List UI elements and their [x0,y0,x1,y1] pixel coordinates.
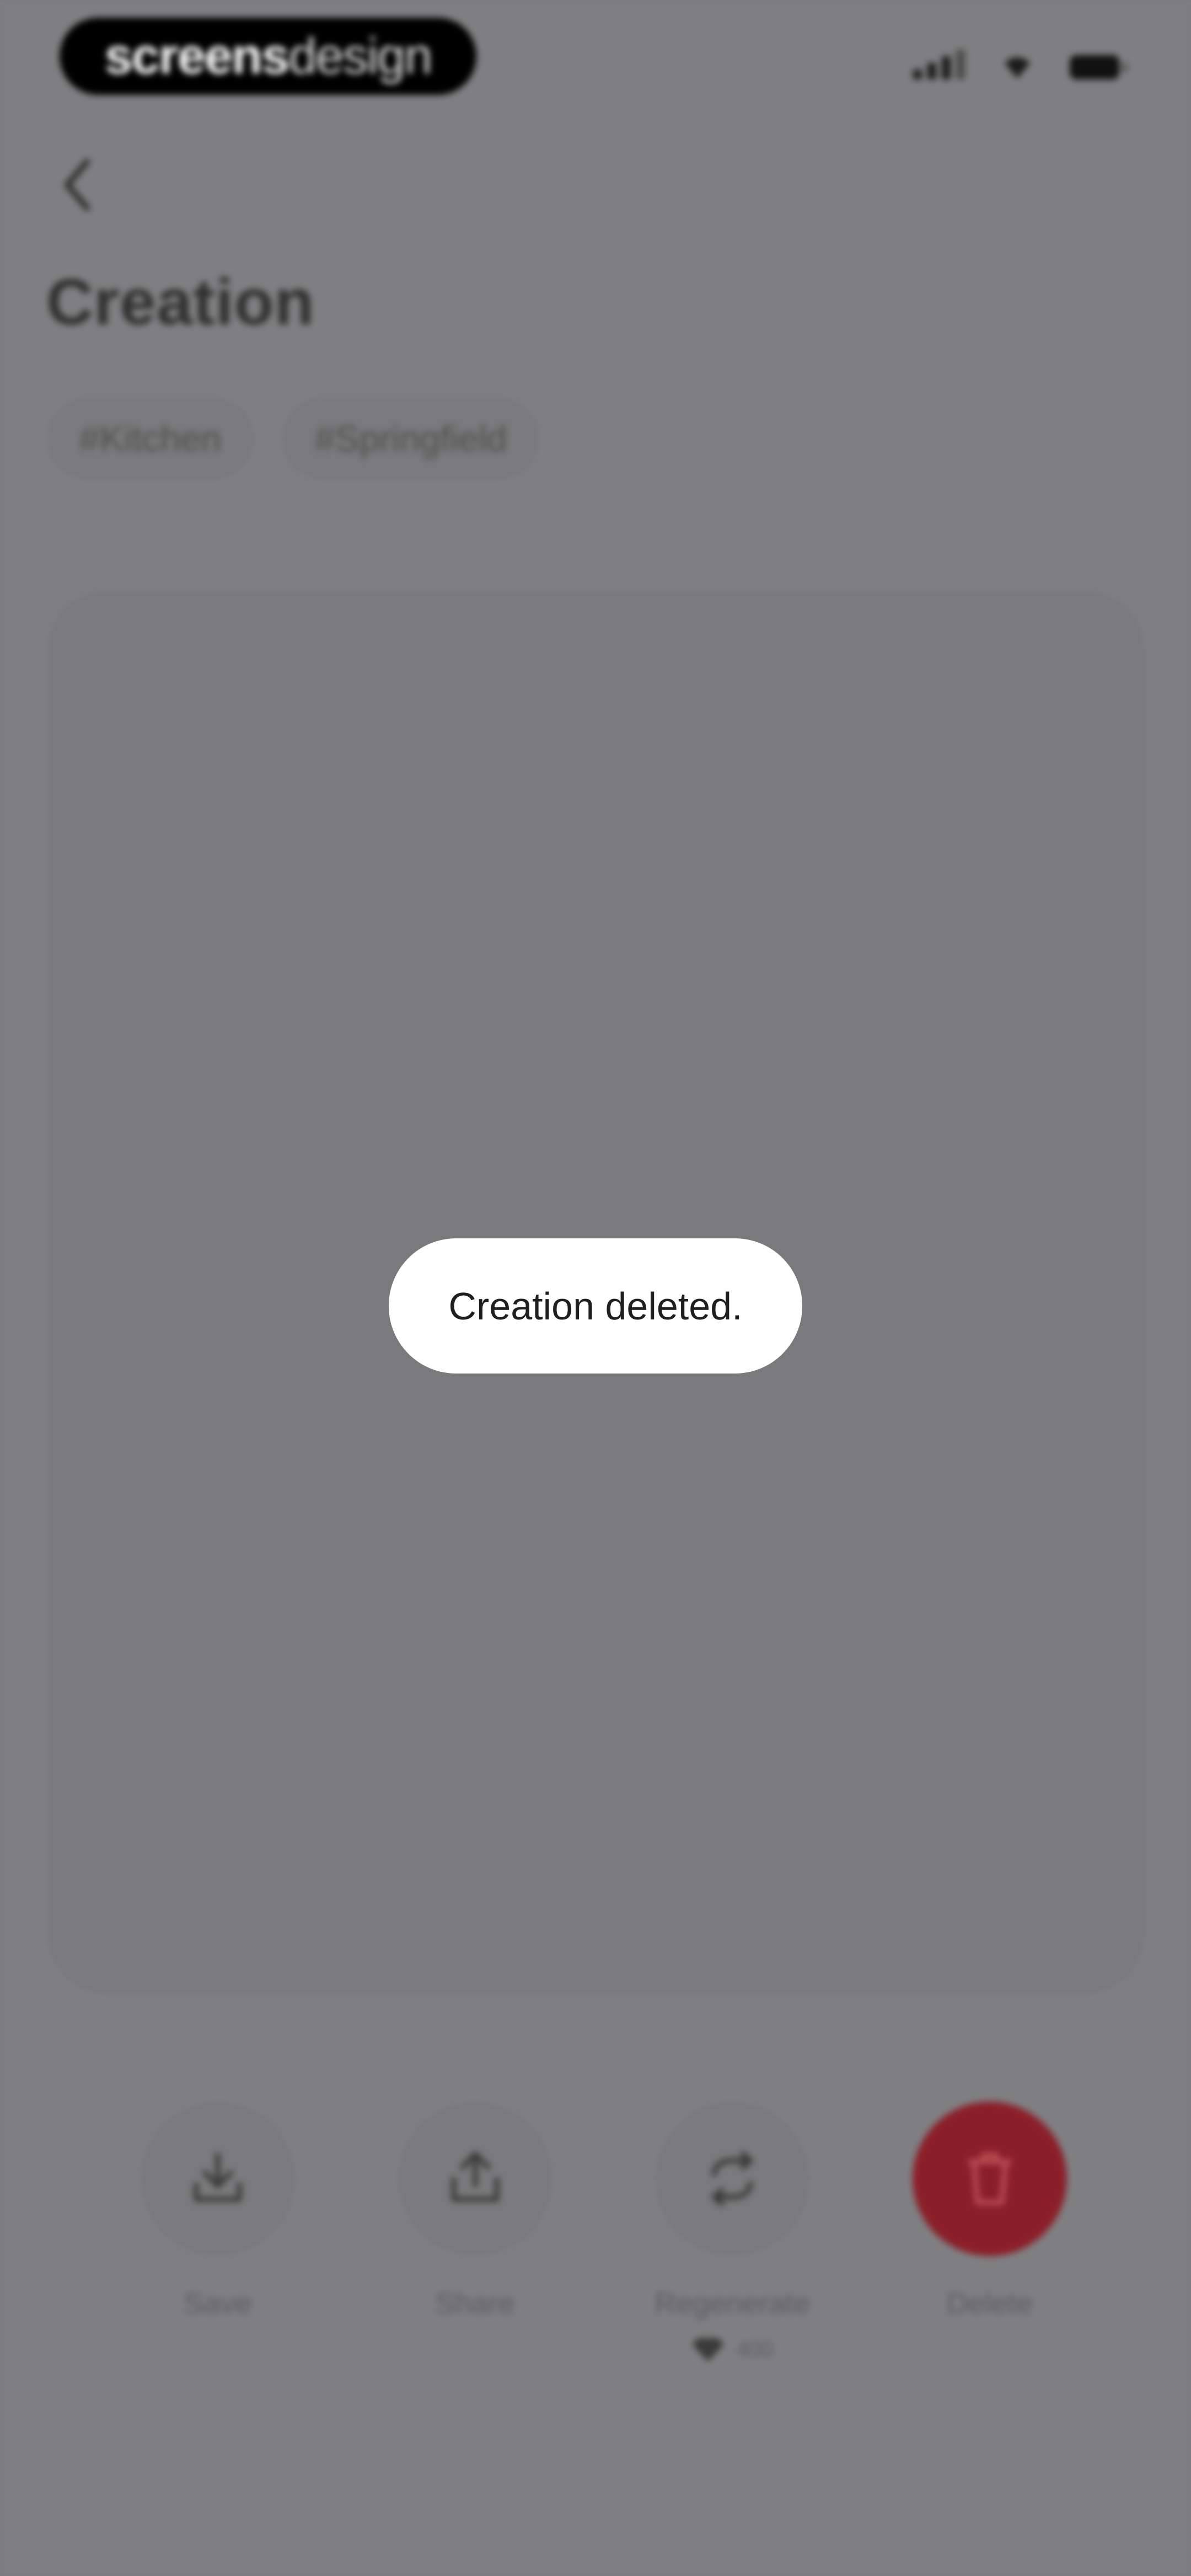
status-icons [913,49,1127,79]
brand-bold-text: screens [104,28,290,84]
delete-action: Delete [912,2102,1067,2363]
download-icon [194,2152,242,2202]
cost-value: 400 [736,2337,774,2361]
wifi-icon [1005,57,1030,78]
trash-icon [967,2153,1012,2205]
page-title: Creation [46,266,315,339]
battery-icon [1070,55,1127,79]
delete-button[interactable] [912,2102,1067,2256]
toast-notification: Creation deleted. [389,1238,802,1373]
back-button[interactable] [50,149,105,221]
brand-badge: screens design [60,18,476,95]
delete-label: Delete [946,2287,1033,2320]
save-action: Save [141,2102,295,2363]
tag-list: #Kitchen #Springfield [46,397,540,480]
toast-message: Creation deleted. [448,1284,743,1328]
refresh-icon [711,2151,753,2206]
regenerate-button[interactable] [655,2102,810,2256]
share-label: Share [435,2287,515,2320]
chevron-left-icon [65,159,90,211]
regenerate-label: Regenerate [654,2287,811,2320]
share-action: Share [398,2102,552,2363]
regenerate-action: Regenerate 400 [654,2102,811,2363]
regenerate-cost: 400 [691,2336,774,2363]
share-icon [451,2151,500,2202]
action-bar: Save Share Regenerate 400 Delete [141,2102,1067,2363]
tag-chip[interactable]: #Springfield [281,397,540,480]
gem-icon [692,2338,723,2361]
tag-chip[interactable]: #Kitchen [46,397,254,480]
share-button[interactable] [398,2102,552,2256]
signal-icon [913,50,965,79]
brand-light-text: design [288,28,432,84]
save-label: Save [184,2287,252,2320]
save-button[interactable] [141,2102,295,2256]
